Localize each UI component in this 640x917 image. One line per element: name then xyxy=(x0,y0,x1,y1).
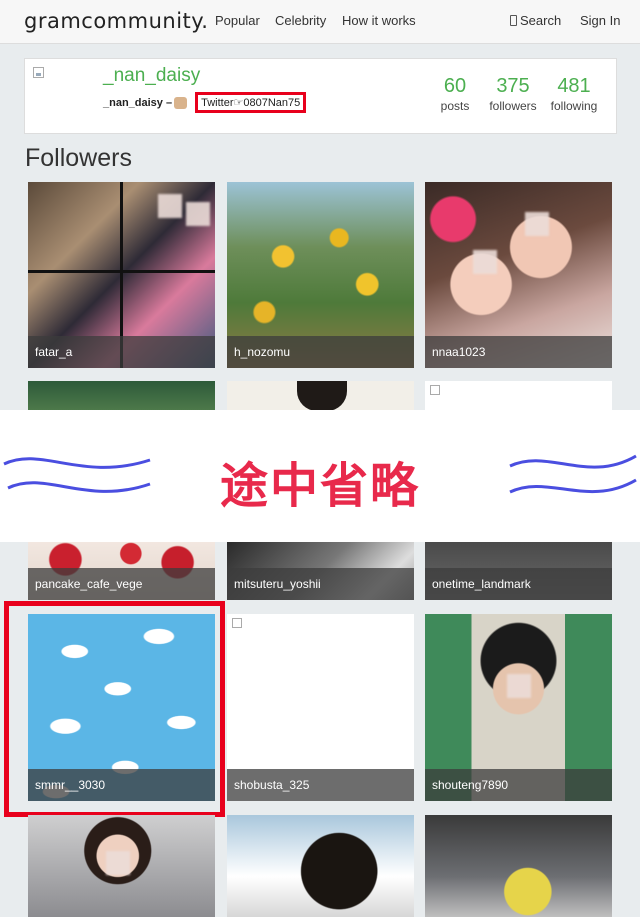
follower-name: shouteng7890 xyxy=(425,769,612,801)
search-label: Search xyxy=(520,13,562,28)
face-blur xyxy=(473,250,497,274)
broken-image-icon xyxy=(232,618,242,628)
stat-posts-value: 60 xyxy=(443,75,467,97)
follower-tile[interactable] xyxy=(227,815,414,917)
stat-posts[interactable]: 60 posts xyxy=(435,75,475,113)
face-blur xyxy=(186,202,210,226)
stat-followers-value: 375 xyxy=(496,75,530,97)
follower-tile[interactable]: pancake_cafe_vege xyxy=(28,542,215,600)
follower-name: mitsuteru_yoshii xyxy=(227,568,414,600)
profile-bio: _nan_daisy – Twitter☞0807Nan75 xyxy=(103,92,307,113)
mobile-icon xyxy=(510,15,517,26)
follower-tile[interactable] xyxy=(28,815,215,917)
follower-tile[interactable] xyxy=(227,381,414,411)
omitted-banner: 途中省略 xyxy=(0,410,640,542)
follower-tile[interactable]: shouteng7890 xyxy=(425,614,612,801)
broken-image-icon xyxy=(430,385,440,395)
stat-posts-label: posts xyxy=(440,99,470,113)
face-blur xyxy=(507,674,531,698)
follower-tile[interactable]: h_nozomu xyxy=(227,182,414,368)
stat-followers-label: followers xyxy=(489,99,537,113)
nav-celebrity[interactable]: Celebrity xyxy=(275,13,326,28)
follower-name: onetime_landmark xyxy=(425,568,612,600)
face-blur xyxy=(106,851,130,875)
follower-tile[interactable] xyxy=(425,381,612,411)
stat-following-value: 481 xyxy=(557,75,591,97)
avatar xyxy=(33,67,44,78)
tile-photo xyxy=(297,381,347,411)
signin-link[interactable]: Sign In xyxy=(580,13,620,28)
follower-name: fatar_a xyxy=(28,336,215,368)
section-title: Followers xyxy=(25,144,132,172)
profile-card: _nan_daisy _nan_daisy – Twitter☞0807Nan7… xyxy=(24,58,617,134)
nav-how-it-works[interactable]: How it works xyxy=(342,13,416,28)
profile-username[interactable]: _nan_daisy xyxy=(103,65,200,87)
follower-tile[interactable] xyxy=(425,815,612,917)
bio-name: _nan_daisy – xyxy=(103,96,173,109)
site-logo[interactable]: gramcommunity. xyxy=(24,9,208,33)
follower-tile[interactable]: nnaa1023 xyxy=(425,182,612,368)
emoji-icon xyxy=(174,96,188,109)
stat-following[interactable]: 481 following xyxy=(549,75,599,113)
search-link[interactable]: Search xyxy=(510,13,561,28)
wave-right-icon xyxy=(509,454,637,494)
follower-tile[interactable] xyxy=(28,381,215,411)
face-blur xyxy=(525,212,549,236)
follower-tile[interactable]: mitsuteru_yoshii xyxy=(227,542,414,600)
follower-name: pancake_cafe_vege xyxy=(28,568,215,600)
stat-following-label: following xyxy=(550,99,598,113)
nav-popular[interactable]: Popular xyxy=(215,13,260,28)
follower-tile[interactable]: onetime_landmark xyxy=(425,542,612,600)
follower-name: shobusta_325 xyxy=(227,769,414,801)
highlight-box xyxy=(4,601,225,817)
bio-twitter-highlight: Twitter☞0807Nan75 xyxy=(195,92,307,113)
follower-tile[interactable]: fatar_a xyxy=(28,182,215,368)
follower-name: nnaa1023 xyxy=(425,336,612,368)
stat-followers[interactable]: 375 followers xyxy=(487,75,539,113)
follower-name: h_nozomu xyxy=(227,336,414,368)
follower-tile[interactable]: shobusta_325 xyxy=(227,614,414,801)
face-blur xyxy=(158,194,182,218)
top-nav: gramcommunity. Popular Celebrity How it … xyxy=(0,0,640,44)
